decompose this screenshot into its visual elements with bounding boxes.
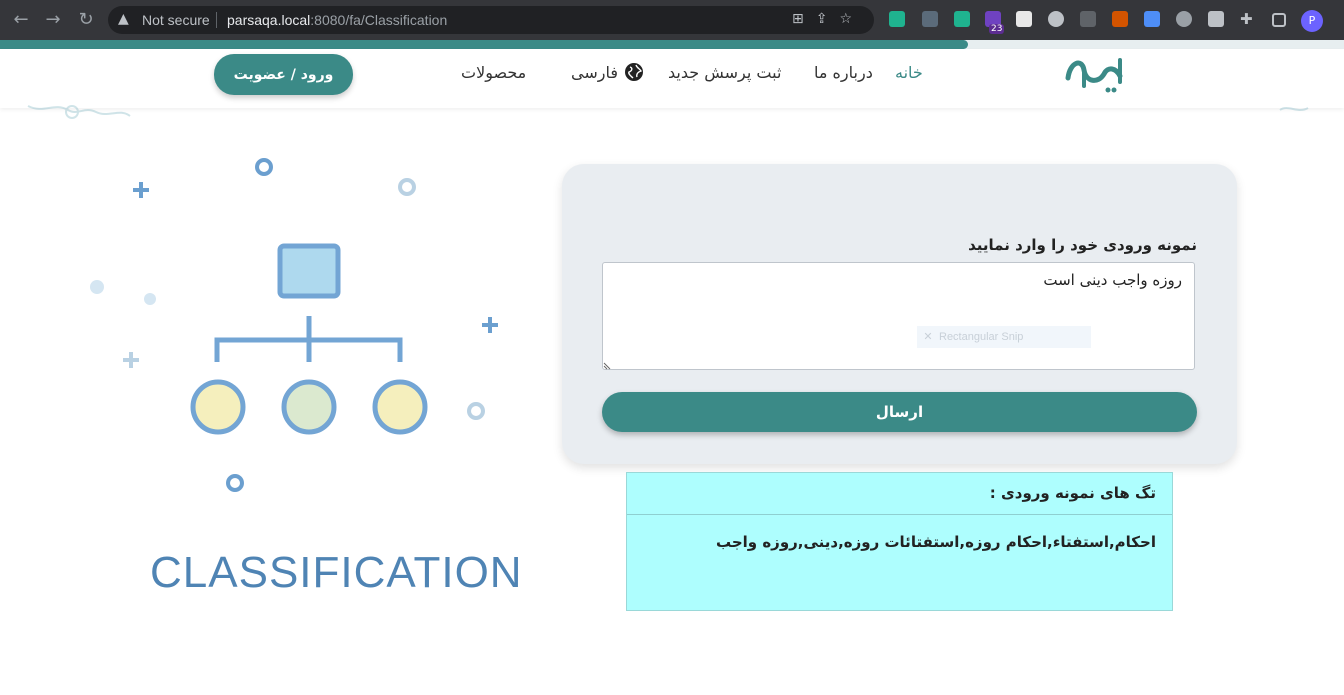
resize-handle-icon[interactable]: [603, 360, 613, 370]
url-text[interactable]: parsaqa.local:8080/fa/Classification: [227, 12, 447, 28]
site-header: خانه درباره ما ثبت پرسش جدید فارسی محصول…: [0, 49, 1344, 108]
extension-icon[interactable]: [1144, 11, 1160, 27]
nav-language[interactable]: فارسی: [571, 63, 618, 82]
browser-toolbar: ← → ↻ ▲ Not secure parsaqa.local:8080/fa…: [0, 0, 1344, 40]
nav-new-question[interactable]: ثبت پرسش جدید: [668, 63, 781, 82]
extension-icon[interactable]: [954, 11, 970, 27]
divider: [216, 12, 217, 28]
input-label: نمونه ورودی خود را وارد نمایید: [968, 236, 1197, 254]
extensions-puzzle-icon[interactable]: ✚: [1240, 11, 1256, 27]
progress-fill: [0, 40, 968, 49]
decor-flourish: [27, 105, 131, 119]
extension-icon[interactable]: [1208, 11, 1224, 27]
extension-badge: 23: [989, 24, 1005, 34]
address-bar[interactable]: ▲ Not secure parsaqa.local:8080/fa/Class…: [108, 6, 874, 34]
url-path: :8080/fa/Classification: [310, 12, 448, 28]
globe-icon[interactable]: [624, 62, 644, 82]
snip-tooltip: ✕ Rectangular Snip: [917, 326, 1091, 348]
classification-illustration: [90, 158, 498, 492]
submit-button[interactable]: ارسال: [602, 392, 1197, 432]
extension-icon[interactable]: [1112, 11, 1128, 27]
forward-icon[interactable]: →: [43, 10, 63, 30]
close-icon: ✕: [923, 331, 933, 343]
extension-icon[interactable]: [1048, 11, 1064, 27]
loading-progress: [0, 40, 1344, 49]
result-tags: احکام,استفتاء,احکام روزه,استفتائات روزه,…: [715, 533, 1156, 551]
nav-products[interactable]: محصولات: [461, 63, 526, 82]
nav-home[interactable]: خانه: [895, 63, 923, 82]
back-icon[interactable]: ←: [11, 10, 31, 30]
omnibox-actions[interactable]: ⊞⇪☆: [792, 11, 864, 27]
nav-about[interactable]: درباره ما: [814, 63, 873, 82]
extension-icon[interactable]: [1176, 11, 1192, 27]
illustration-title: CLASSIFICATION: [150, 548, 523, 597]
login-button[interactable]: ورود / عضویت: [214, 54, 353, 95]
extension-icon[interactable]: [1016, 11, 1032, 27]
classification-form-card: نمونه ورودی خود را وارد نمایید روزه واجب…: [562, 164, 1237, 464]
extension-icon[interactable]: [1080, 11, 1096, 27]
snip-tooltip-label: Rectangular Snip: [939, 331, 1024, 343]
warning-icon[interactable]: ▲: [118, 11, 129, 27]
security-label[interactable]: Not secure: [142, 12, 210, 28]
result-panel: تگ های نمونه ورودی : احکام,استفتاء,احکام…: [626, 472, 1173, 611]
result-header: تگ های نمونه ورودی :: [627, 473, 1172, 515]
profile-avatar[interactable]: P: [1301, 10, 1323, 32]
side-panel-icon[interactable]: [1272, 13, 1286, 27]
url-host: parsaqa.local: [227, 12, 311, 28]
reload-icon[interactable]: ↻: [76, 10, 96, 30]
site-logo[interactable]: [1064, 52, 1126, 98]
result-title: تگ های نمونه ورودی :: [989, 484, 1156, 502]
decor-flourish: [1279, 107, 1309, 111]
extension-icon[interactable]: [922, 11, 938, 27]
extension-icon[interactable]: [889, 11, 905, 27]
sample-input-textarea[interactable]: روزه واجب دینی است: [602, 262, 1195, 370]
